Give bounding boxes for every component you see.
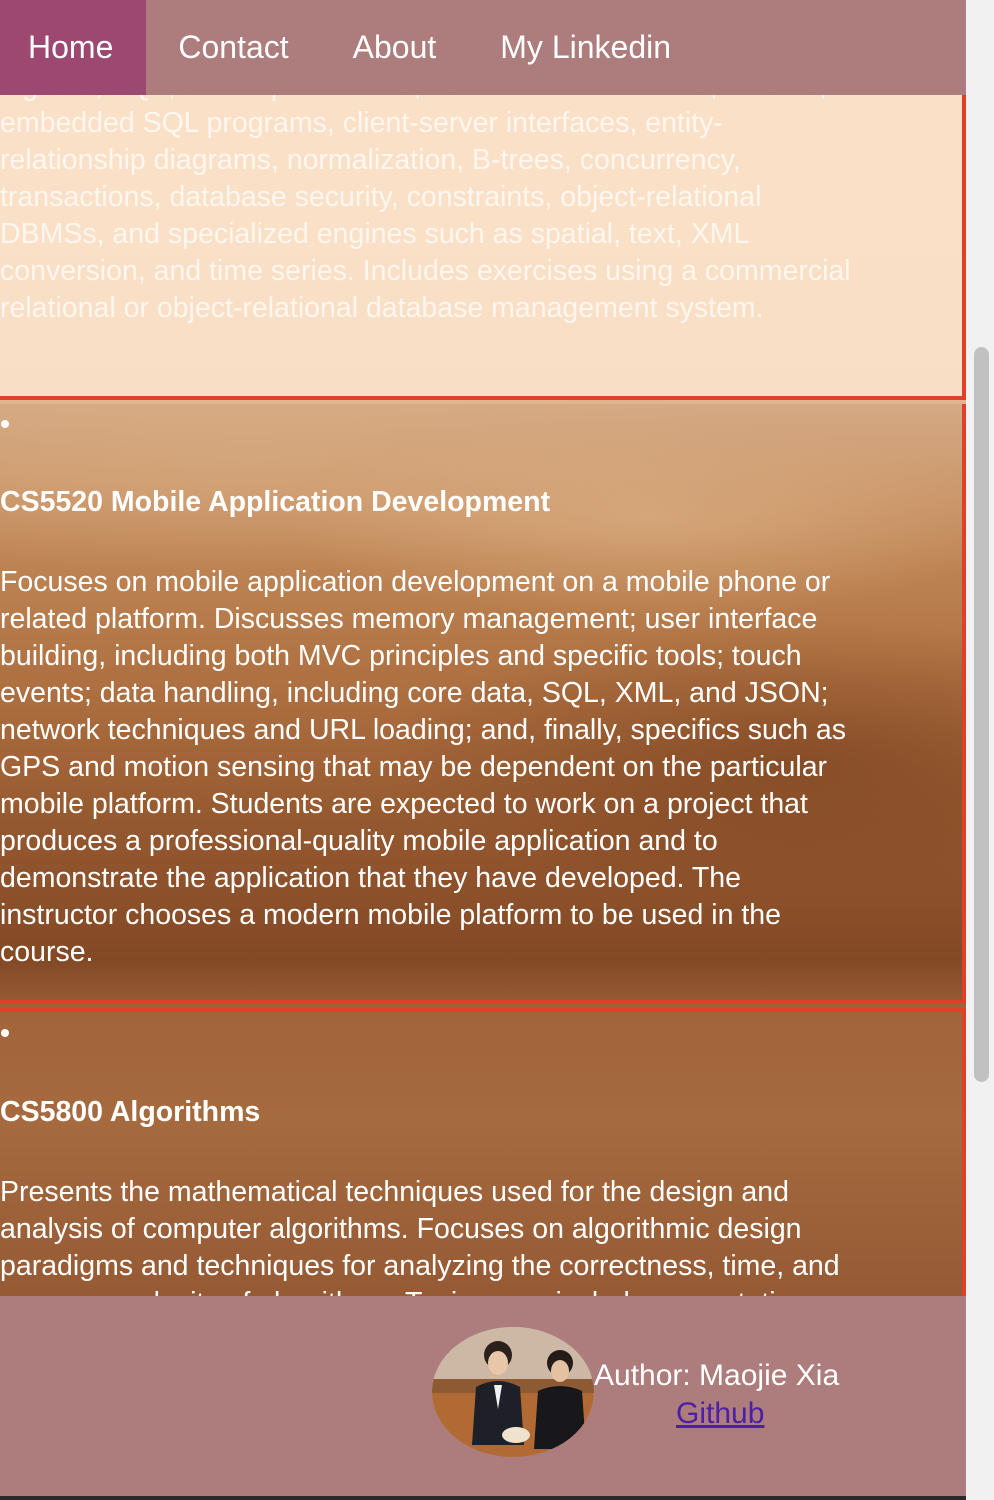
nav-about-link[interactable]: About bbox=[321, 0, 469, 95]
course-title: CS5520 Mobile Application Development bbox=[0, 486, 551, 518]
window-bottom-edge bbox=[0, 1496, 966, 1500]
nav-contact-link[interactable]: Contact bbox=[146, 0, 320, 95]
bullet-icon bbox=[1, 420, 9, 428]
top-navbar: Home Contact About My Linkedin bbox=[0, 0, 966, 95]
course-item-cs5520: CS5520 Mobile Application Development Fo… bbox=[0, 404, 966, 1004]
course-description: algebra, SQL, stored procedures, user-de… bbox=[0, 70, 851, 324]
github-link[interactable]: Github bbox=[676, 1396, 764, 1432]
page-background: algebra, SQL, stored procedures, user-de… bbox=[0, 0, 966, 1500]
course-item-cs5800: CS5800 Algorithms Presents the mathemati… bbox=[0, 1008, 966, 1319]
author-avatar bbox=[432, 1327, 594, 1457]
nav-home-link[interactable]: Home bbox=[0, 0, 147, 95]
scrollbar-thumb[interactable] bbox=[974, 347, 989, 1082]
nav-linkedin-link[interactable]: My Linkedin bbox=[468, 0, 703, 95]
author-name: Author: Maojie Xia bbox=[594, 1359, 840, 1392]
bullet-icon bbox=[1, 1029, 9, 1037]
course-description: Focuses on mobile application developmen… bbox=[0, 566, 846, 968]
course-title: CS5800 Algorithms bbox=[0, 1096, 261, 1128]
page-footer: Author: Maojie Xia Github bbox=[0, 1296, 966, 1496]
